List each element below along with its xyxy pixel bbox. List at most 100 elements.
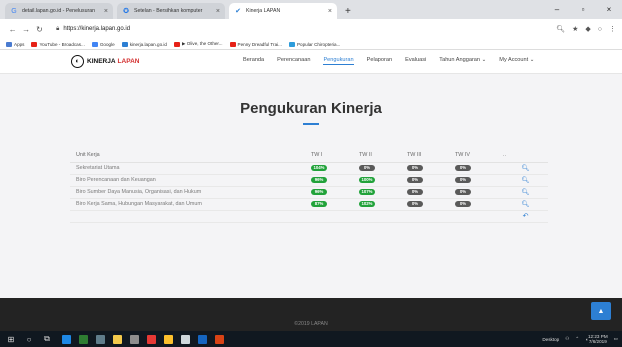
url-input[interactable]: 🔒︎ https://kinerja.lapan.go.id [52, 22, 549, 37]
header-tw4: TW IV [455, 149, 503, 163]
bookmark-label: Penny Dreadful Trai... [237, 41, 282, 47]
tw-cell: 0% [455, 198, 503, 211]
detail-search-icon[interactable]: 🔍︎ [521, 201, 529, 208]
bookmark-item[interactable]: kinerja.lapan.go.id [121, 41, 167, 47]
powerpoint-app-icon[interactable] [215, 334, 224, 344]
tab-favicon-icon: ✪ [123, 8, 129, 15]
bookmark-favicon-icon [6, 41, 12, 47]
folder-app-icon[interactable] [113, 334, 122, 344]
excel-app-icon[interactable] [79, 334, 88, 344]
bookmark-item[interactable]: YouTube - Broadcas... [31, 41, 85, 47]
bookmark-star-icon[interactable]: ★ [572, 25, 578, 33]
bookmark-item[interactable]: Popular Chiropteria... [288, 41, 340, 47]
detail-search-icon[interactable]: 🔍︎ [521, 189, 529, 196]
tw-cell: 0% [407, 198, 455, 211]
word-app-icon[interactable] [198, 334, 207, 344]
site-brand[interactable]: ◐ KINERJA LAPAN [71, 55, 139, 68]
windows-start-icon[interactable]: ⊞ [4, 332, 18, 346]
unit-kerja-cell: Sekretariat Utama [70, 162, 311, 175]
bookmark-item[interactable]: ▶ Olive, the Other... [173, 41, 223, 47]
footer-copyright: ©2019 LAPAN [294, 321, 328, 327]
tab-close-icon[interactable]: × [104, 8, 108, 15]
nav-item[interactable]: Pelaporan [367, 57, 393, 65]
browser-tab-strip: Gdetail.lapan.go.id - Penelusuran × ✪ Setel… [0, 0, 622, 19]
tw-cell: 0% [455, 186, 503, 199]
tab-close-icon[interactable]: × [328, 8, 332, 15]
nav-item[interactable]: My Account ⌄ [499, 57, 534, 65]
browser-tab[interactable]: Gdetail.lapan.go.id - Penelusuran × [5, 3, 113, 19]
percentage-badge: 0% [359, 165, 375, 171]
back-icon[interactable]: ↶ [523, 213, 529, 220]
back-arrow-icon[interactable]: ← [6, 25, 19, 34]
store-app-icon[interactable] [130, 334, 139, 344]
detail-search-icon[interactable]: 🔍︎ [521, 165, 529, 172]
unit-kerja-cell: Biro Perencanaan dan Keuangan [70, 174, 311, 187]
extension-icon[interactable]: ◆ [585, 25, 590, 33]
percentage-badge: 0% [407, 165, 423, 171]
percentage-badge: 104% [311, 165, 327, 171]
task-view-icon[interactable]: ⧉ [40, 332, 54, 346]
action-cell: 🔍︎ [503, 186, 548, 199]
tab-title: Setelan - Bersihkan komputer [134, 8, 203, 14]
nav-item[interactable]: Beranda [243, 57, 264, 65]
brand-accent: LAPAN [117, 58, 140, 65]
bookmark-label: Apps [14, 41, 25, 47]
lock-icon: 🔒︎ [56, 25, 60, 32]
nav-item[interactable]: Evaluasi [405, 57, 426, 65]
tray-desktop-label[interactable]: Desktop [542, 337, 559, 342]
address-bar-actions: 🔍︎ ★ ◆ ○ ⋮ [549, 25, 616, 34]
maximize-button[interactable]: ▫ [570, 0, 596, 19]
percentage-badge: 107% [359, 189, 375, 195]
scroll-to-top-button[interactable]: ▲ [591, 302, 611, 320]
percentage-badge: 0% [407, 177, 423, 183]
edge-app-icon[interactable] [62, 334, 71, 344]
detail-search-icon[interactable]: 🔍︎ [521, 177, 529, 184]
tab-title: detail.lapan.go.id - Penelusuran [22, 8, 95, 14]
percentage-badge: 0% [455, 189, 471, 195]
browser-tab[interactable]: ✪ Setelan - Bersihkan komputer × [117, 3, 225, 19]
table-footer-row: ↶ [70, 210, 548, 223]
nav-item[interactable]: Pengukuran [323, 57, 354, 65]
bookmark-favicon-icon [121, 41, 128, 47]
reload-icon[interactable]: ↻ [33, 25, 46, 34]
tw-cell: 96% [311, 174, 359, 187]
lapan-logo-icon: ◐ [71, 55, 84, 68]
percentage-badge: 0% [455, 201, 471, 207]
bookmark-item[interactable]: Apps [6, 41, 25, 47]
nav-item[interactable]: Perencanaan [277, 57, 310, 65]
tab-close-icon[interactable]: × [216, 8, 220, 15]
empty-cell [70, 210, 503, 223]
tab-favicon-icon: G [11, 7, 17, 15]
explorer-app-icon[interactable] [96, 334, 105, 344]
profile-icon[interactable]: ○ [598, 26, 602, 33]
new-tab-button[interactable]: + [341, 3, 355, 19]
percentage-badge: 0% [455, 177, 471, 183]
notification-icon[interactable]: ▭ [614, 336, 618, 342]
forward-arrow-icon[interactable]: → [19, 25, 32, 34]
browser-menu-icon[interactable]: ⋮ [609, 25, 616, 33]
taskbar-clock[interactable]: 12:23 PM 7/6/2019 [588, 334, 608, 345]
bookmark-favicon-icon [288, 41, 295, 47]
search-icon[interactable]: ○ [22, 332, 36, 346]
tw-cell: 107% [359, 186, 407, 199]
zoom-icon[interactable]: 🔍︎ [556, 25, 565, 33]
percentage-badge: 0% [407, 201, 423, 207]
bookmark-label: Google [99, 41, 115, 47]
bookmark-item[interactable]: Google [91, 41, 115, 47]
browser-tab[interactable]: ✔ Kinerja LAPAN × [229, 3, 337, 19]
minimize-button[interactable]: – [544, 0, 570, 19]
bookmark-favicon-icon [31, 41, 38, 47]
mail-app-icon[interactable] [181, 334, 190, 344]
close-window-button[interactable]: × [596, 0, 622, 19]
nav-item[interactable]: Tahun Anggaran ⌄ [439, 57, 486, 65]
tw-cell: 104% [311, 162, 359, 175]
network-icon[interactable]: ⌃ [575, 336, 579, 342]
bookmark-item[interactable]: Penny Dreadful Trai... [229, 41, 282, 47]
people-icon[interactable]: ⚇ [565, 336, 569, 342]
url-text: https://kinerja.lapan.go.id [63, 26, 131, 32]
tw-cell: 0% [455, 162, 503, 175]
percentage-badge: 96% [311, 189, 327, 195]
media-app-icon[interactable] [147, 334, 156, 344]
chrome-app-icon[interactable] [164, 334, 173, 344]
address-bar: ← → ↻ 🔒︎ https://kinerja.lapan.go.id 🔍︎ … [0, 19, 622, 39]
